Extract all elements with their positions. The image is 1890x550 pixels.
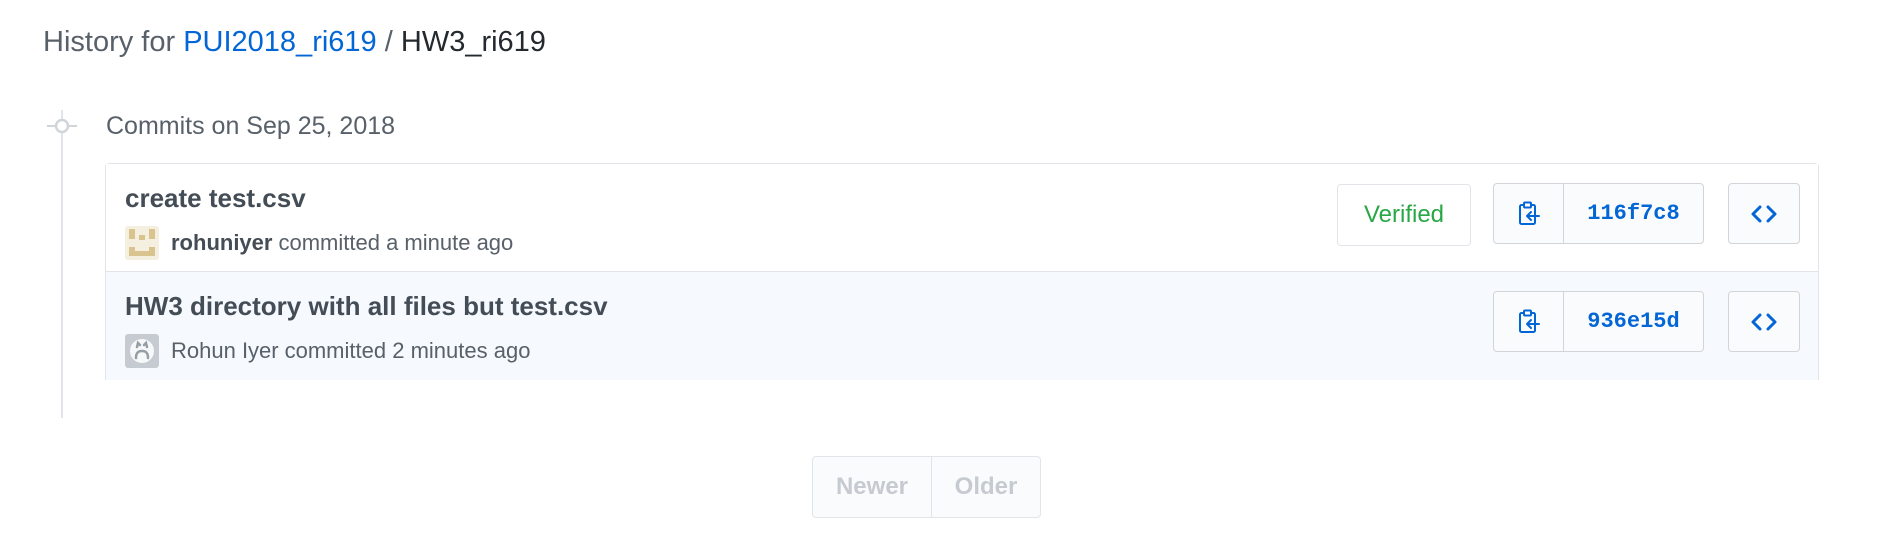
commit-meta: Rohun Iyer committed 2 minutes ago xyxy=(125,333,530,369)
commits-date-heading: Commits on Sep 25, 2018 xyxy=(106,112,396,140)
repo-link[interactable]: PUI2018_ri619 xyxy=(183,26,376,58)
clipboard-icon xyxy=(1518,201,1540,225)
copy-sha-button[interactable] xyxy=(1494,184,1564,243)
page-title: History for PUI2018_ri619 / HW3_ri619 xyxy=(43,22,546,62)
clipboard-icon xyxy=(1518,309,1540,333)
sha-button-group: 936e15d xyxy=(1493,291,1704,352)
commit-meta: rohuniyer committed a minute ago xyxy=(125,225,513,261)
older-button[interactable]: Older xyxy=(932,457,1040,517)
commit-message-link[interactable]: create test.csv xyxy=(125,180,306,216)
commit-sha-link[interactable]: 936e15d xyxy=(1564,292,1703,351)
octocat-avatar[interactable] xyxy=(125,334,159,368)
browse-repo-button[interactable] xyxy=(1728,291,1800,352)
sha-button-group: 116f7c8 xyxy=(1493,183,1704,244)
commit-time: a minute ago xyxy=(386,230,514,255)
commit-node-icon xyxy=(47,118,77,134)
commit-action: committed xyxy=(278,230,380,255)
identicon-avatar[interactable] xyxy=(125,226,159,260)
commit-time: 2 minutes ago xyxy=(392,338,531,363)
commit-sha-link[interactable]: 116f7c8 xyxy=(1564,184,1703,243)
pagination: Newer Older xyxy=(812,456,1041,518)
copy-sha-button[interactable] xyxy=(1494,292,1564,351)
newer-button[interactable]: Newer xyxy=(813,457,932,517)
commit-list: create test.csv rohuniyer committed a mi… xyxy=(105,163,1819,380)
commit-row: HW3 directory with all files but test.cs… xyxy=(106,272,1818,380)
commit-author-link[interactable]: rohuniyer xyxy=(171,230,272,256)
current-path: HW3_ri619 xyxy=(400,26,546,58)
code-icon xyxy=(1751,205,1777,222)
verified-badge[interactable]: Verified xyxy=(1337,184,1471,246)
commit-row: create test.csv rohuniyer committed a mi… xyxy=(106,164,1818,272)
commit-action: committed xyxy=(284,338,387,363)
commit-message-link[interactable]: HW3 directory with all files but test.cs… xyxy=(125,288,608,324)
commit-author-link[interactable]: Rohun Iyer xyxy=(171,338,279,364)
browse-repo-button[interactable] xyxy=(1728,183,1800,244)
path-separator: / xyxy=(384,26,393,58)
title-prefix: History for xyxy=(43,26,176,58)
timeline-line xyxy=(61,110,63,418)
code-icon xyxy=(1751,313,1777,330)
